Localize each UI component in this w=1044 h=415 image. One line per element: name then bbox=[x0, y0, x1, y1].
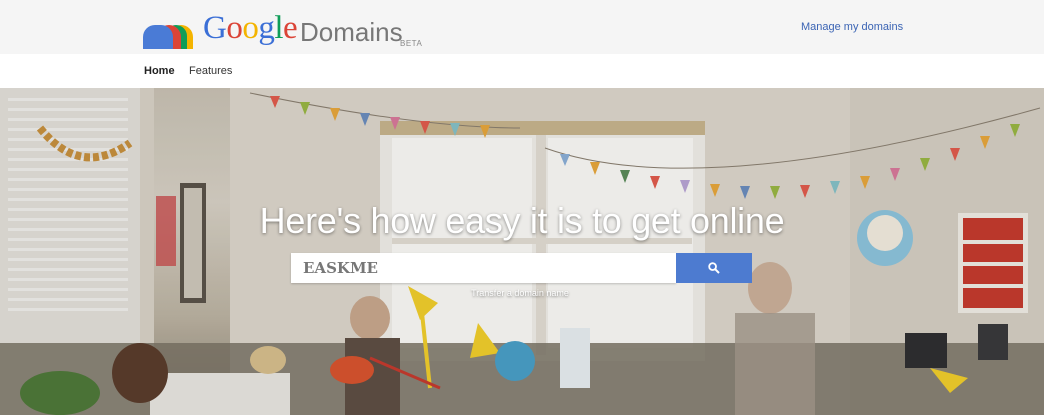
wordmark-letter: o bbox=[226, 10, 243, 46]
product-name: Domains bbox=[300, 17, 403, 47]
wordmark-letter: e bbox=[283, 10, 298, 46]
hero-banner: Here's how easy it is to get online Tran… bbox=[0, 88, 1044, 415]
domains-logo-icon[interactable] bbox=[143, 25, 193, 49]
domain-search-input[interactable] bbox=[291, 253, 676, 283]
search-button[interactable] bbox=[676, 253, 752, 283]
office-background-image bbox=[0, 88, 1044, 415]
wordmark-letter: o bbox=[242, 10, 259, 46]
search-icon bbox=[708, 262, 720, 274]
wordmark-letter: l bbox=[274, 10, 284, 46]
wordmark-letter: g bbox=[258, 10, 275, 46]
transfer-domain-link[interactable]: Transfer a domain name bbox=[0, 288, 1040, 298]
nav-item-home[interactable]: Home bbox=[144, 65, 175, 77]
nav-item-features[interactable]: Features bbox=[189, 65, 232, 77]
main-nav: Home Features bbox=[0, 54, 1044, 89]
wordmark-letter: G bbox=[203, 10, 227, 46]
hero-headline: Here's how easy it is to get online bbox=[259, 200, 785, 241]
site-header: Google Domains BETA Manage my domains bbox=[0, 0, 1044, 54]
google-wordmark[interactable]: Google bbox=[203, 10, 298, 47]
beta-badge: BETA bbox=[400, 39, 423, 48]
manage-domains-link[interactable]: Manage my domains bbox=[801, 21, 903, 33]
